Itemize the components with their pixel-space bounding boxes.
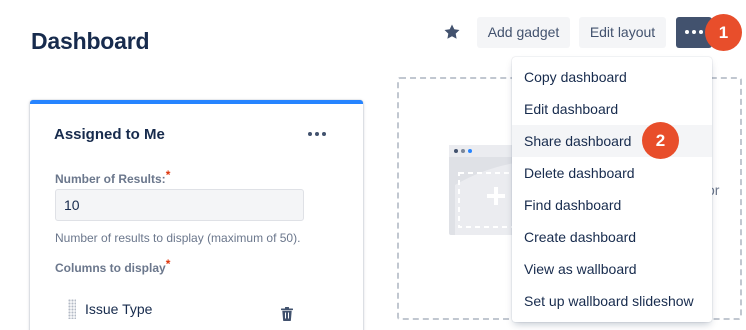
star-icon[interactable] bbox=[442, 22, 462, 42]
edit-layout-button[interactable]: Edit layout bbox=[579, 17, 666, 48]
menu-item-create-dashboard[interactable]: Create dashboard bbox=[512, 221, 712, 253]
gadget-title: Assigned to Me bbox=[54, 126, 165, 143]
add-gadget-button[interactable]: Add gadget bbox=[477, 17, 570, 48]
required-mark: * bbox=[165, 168, 171, 182]
dashboard-actions-menu: Copy dashboard Edit dashboard Share dash… bbox=[512, 57, 712, 322]
menu-item-copy-dashboard[interactable]: Copy dashboard bbox=[512, 61, 712, 93]
menu-item-share-dashboard[interactable]: Share dashboard bbox=[512, 125, 712, 157]
number-of-results-label-text: Number of Results: bbox=[55, 172, 166, 186]
columns-to-display-label: Columns to display* bbox=[55, 257, 170, 275]
page-title: Dashboard bbox=[31, 28, 150, 54]
menu-item-find-dashboard[interactable]: Find dashboard bbox=[512, 189, 712, 221]
step-1-callout: 1 bbox=[705, 14, 742, 51]
columns-to-display-label-text: Columns to display bbox=[55, 261, 166, 275]
drag-handle-icon[interactable] bbox=[68, 299, 76, 319]
column-name: Issue Type bbox=[85, 301, 153, 317]
assigned-to-me-gadget: Assigned to Me Number of Results:* 10 Nu… bbox=[30, 100, 363, 330]
number-of-results-label: Number of Results:* bbox=[55, 168, 170, 186]
trash-icon[interactable] bbox=[281, 307, 293, 321]
results-help-text: Number of results to display (maximum of… bbox=[55, 231, 301, 245]
menu-item-set-up-wallboard-slideshow[interactable]: Set up wallboard slideshow bbox=[512, 285, 712, 317]
column-row: Issue Type bbox=[55, 293, 335, 323]
menu-item-view-as-wallboard[interactable]: View as wallboard bbox=[512, 253, 712, 285]
gadget-more-icon[interactable] bbox=[305, 127, 329, 141]
number-of-results-input[interactable]: 10 bbox=[55, 189, 304, 221]
required-mark: * bbox=[165, 257, 171, 271]
menu-item-edit-dashboard[interactable]: Edit dashboard bbox=[512, 93, 712, 125]
menu-item-delete-dashboard[interactable]: Delete dashboard bbox=[512, 157, 712, 189]
step-2-callout: 2 bbox=[642, 122, 679, 159]
